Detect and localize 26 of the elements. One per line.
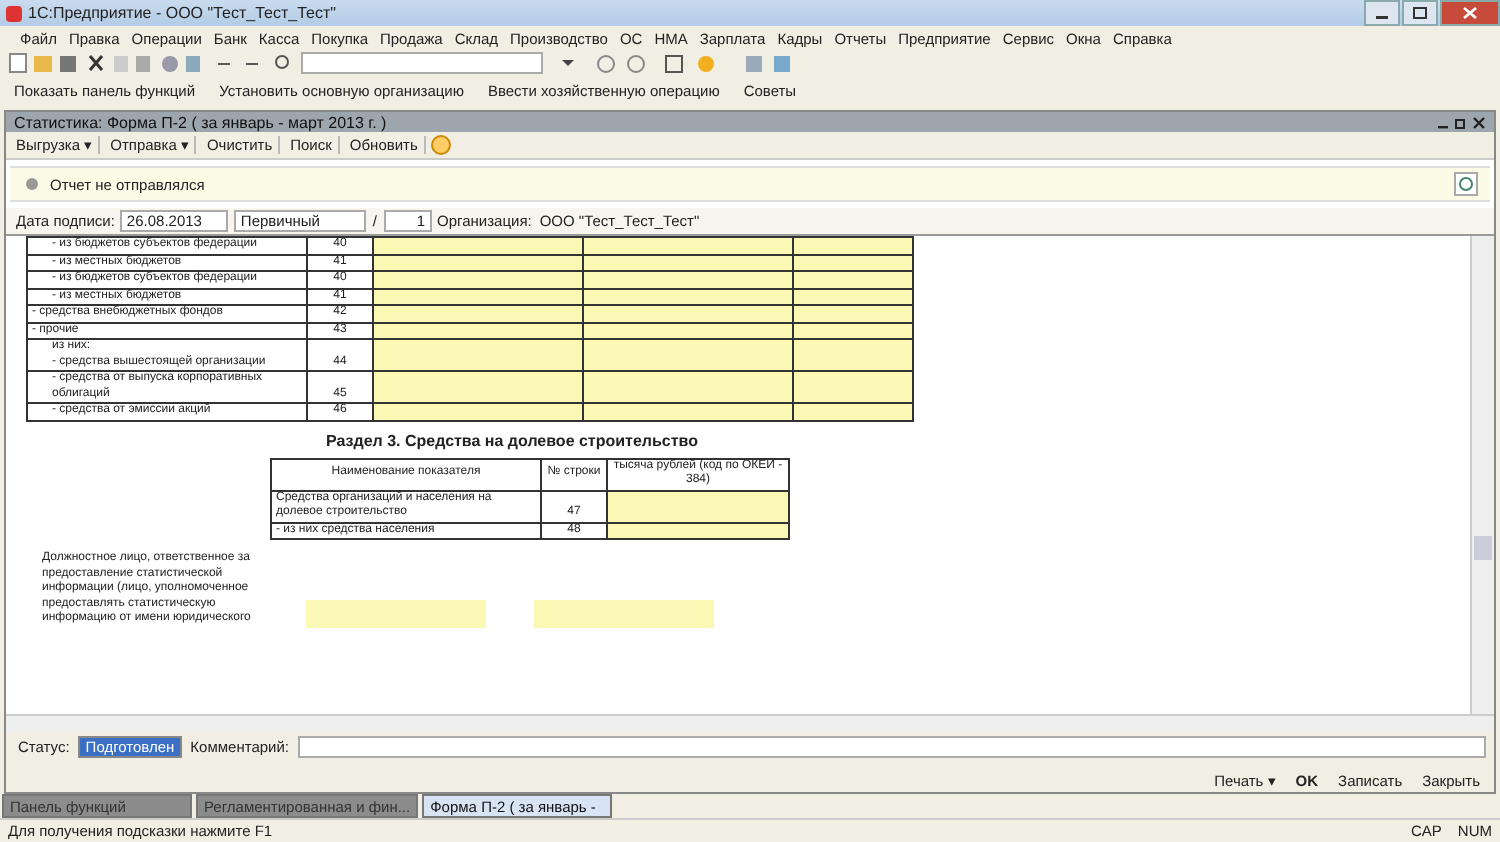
window-title: 1С:Предприятие - ООО "Тест_Тест_Тест" <box>28 4 336 22</box>
input-cell[interactable] <box>306 599 486 627</box>
maximize-icon[interactable] <box>1412 6 1428 20</box>
restore-icon[interactable] <box>1454 115 1468 129</box>
input-cell[interactable] <box>793 237 913 254</box>
vertical-scrollbar[interactable] <box>1470 236 1494 714</box>
section-title: Раздел 3. Средства на долевое строительство <box>326 431 700 449</box>
scroll-thumb[interactable] <box>1474 536 1492 560</box>
app-icon <box>6 5 22 21</box>
document-title: Статистика: Форма П-2 ( за январь - март 2013 г. ) <box>14 113 387 131</box>
input-cell[interactable] <box>583 237 793 254</box>
refresh-icon[interactable] <box>1454 172 1478 196</box>
input-cell[interactable] <box>607 490 789 522</box>
comment-field[interactable] <box>297 735 1486 757</box>
input-cell[interactable] <box>534 599 714 627</box>
input-cell[interactable] <box>793 339 913 371</box>
input-cell[interactable] <box>583 339 793 371</box>
horizontal-scrollbar[interactable] <box>6 714 1494 732</box>
input-cell[interactable] <box>583 371 793 403</box>
close-icon[interactable] <box>1472 115 1486 129</box>
input-cell[interactable] <box>373 371 583 403</box>
input-cell[interactable] <box>793 371 913 403</box>
input-cell[interactable] <box>373 339 583 371</box>
info-icon <box>22 174 42 194</box>
help-icon[interactable] <box>429 134 452 156</box>
input-cell[interactable] <box>373 237 583 254</box>
